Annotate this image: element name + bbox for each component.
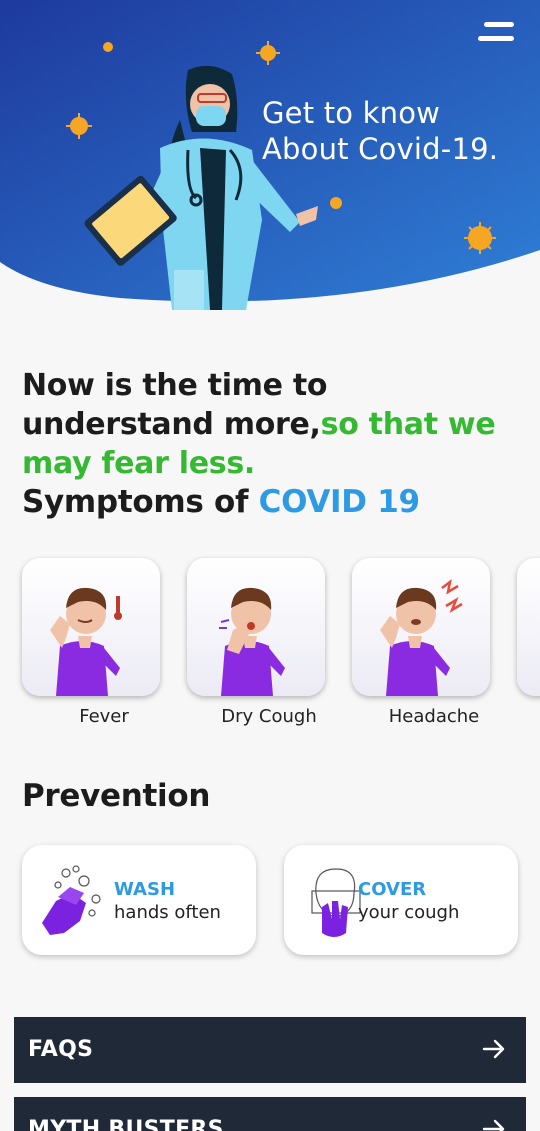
- prevention-wash-subtitle: hands often: [114, 902, 221, 923]
- symptom-card-dry-cough[interactable]: [187, 558, 325, 696]
- arrow-right-icon: [482, 1119, 505, 1131]
- headache-illustration: [380, 579, 463, 696]
- symptom-label-headache: Headache: [388, 706, 480, 727]
- arrow-right-icon: [482, 1039, 505, 1059]
- hero-title-line-1: Get to know: [262, 96, 441, 130]
- prevention-heading: Prevention: [22, 778, 211, 814]
- prevention-cover-subtitle: your cough: [358, 902, 460, 923]
- hamburger-menu-icon: [484, 22, 514, 27]
- faqs-label: FAQS: [28, 1037, 94, 1062]
- cover-cough-icon: [311, 868, 361, 937]
- symptom-card-fever[interactable]: [22, 558, 160, 696]
- prevention-card-cover[interactable]: COVER your cough: [284, 845, 518, 955]
- symptom-label-dry-cough: Dry Cough: [221, 706, 317, 727]
- hero-title: Get to know About Covid-19.: [262, 95, 498, 167]
- fever-illustration: [50, 587, 122, 696]
- hand-wash-icon: [42, 865, 101, 935]
- symptoms-carousel[interactable]: Fever Dry Cough Headache: [0, 556, 540, 736]
- myth-busters-label: MYTH BUSTERS: [28, 1117, 224, 1131]
- symptom-card-headache[interactable]: [352, 558, 490, 696]
- faqs-button[interactable]: FAQS: [14, 1017, 526, 1083]
- prevention-cover-title: COVER: [358, 879, 427, 900]
- symptom-card-next[interactable]: [517, 558, 540, 696]
- dry-cough-illustration: [219, 587, 285, 696]
- symptoms-heading-highlight: COVID 19: [258, 484, 420, 520]
- hero-banner: Get to know About Covid-19.: [0, 0, 540, 320]
- prevention-wash-title: WASH: [114, 879, 176, 900]
- symptom-label-fever: Fever: [79, 706, 129, 727]
- tagline: Now is the time to understand more,so th…: [22, 366, 522, 483]
- menu-button[interactable]: [474, 18, 520, 48]
- symptoms-heading-prefix: Symptoms of: [22, 484, 259, 520]
- hero-title-line-2: About Covid-19.: [262, 132, 499, 166]
- tagline-part-1: Now is the time to understand more,: [22, 368, 328, 442]
- prevention-card-wash[interactable]: WASH hands often: [22, 845, 256, 955]
- myth-busters-button[interactable]: MYTH BUSTERS: [14, 1097, 526, 1131]
- symptoms-heading: Symptoms of COVID 19: [22, 484, 420, 520]
